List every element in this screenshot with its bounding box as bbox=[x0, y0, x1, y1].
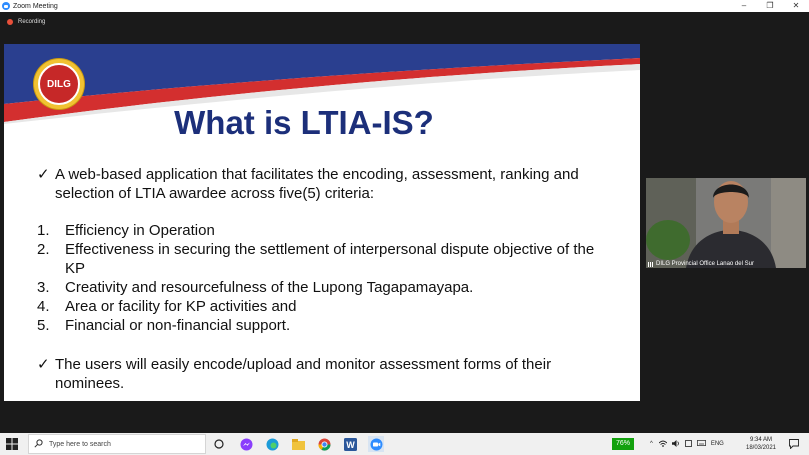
dilg-logo: DILG bbox=[34, 59, 84, 109]
network-icon[interactable] bbox=[658, 440, 668, 449]
checkmark-icon: ✓ bbox=[37, 166, 50, 183]
search-placeholder: Type here to search bbox=[49, 440, 111, 448]
criteria-item: 1. Efficiency in Operation bbox=[37, 222, 215, 239]
recording-icon bbox=[7, 19, 13, 25]
closing-bullet-text: The users will easily encode/upload and … bbox=[55, 356, 552, 392]
signal-icon bbox=[648, 261, 654, 267]
battery-indicator[interactable]: 76% bbox=[612, 438, 634, 450]
window-controls: – ❐ ✕ bbox=[731, 0, 809, 12]
checkmark-icon: ✓ bbox=[37, 356, 50, 373]
chevron-up-icon[interactable]: ^ bbox=[650, 441, 653, 447]
task-view-icon[interactable] bbox=[211, 436, 227, 452]
restore-button[interactable]: ❐ bbox=[757, 0, 783, 12]
participant-name-label: DILG Provincial Office Lanao del Sur bbox=[648, 261, 754, 267]
action-center-icon[interactable] bbox=[786, 436, 802, 452]
taskbar: Type here to search W 76% ^ ENG 9:34 AM … bbox=[0, 433, 809, 455]
participant-video[interactable]: DILG Provincial Office Lanao del Sur bbox=[646, 178, 806, 268]
messenger-icon[interactable] bbox=[238, 436, 254, 452]
speaker-icon[interactable] bbox=[671, 439, 680, 449]
recording-label[interactable]: Recording bbox=[18, 19, 45, 25]
clock-time: 9:34 AM bbox=[749, 437, 772, 443]
zoom-icon[interactable] bbox=[368, 436, 384, 452]
word-icon[interactable]: W bbox=[342, 436, 358, 452]
window-title: Zoom Meeting bbox=[13, 2, 58, 10]
criteria-list: 1. Efficiency in Operation 2. Effectivenes… bbox=[37, 221, 605, 335]
search-icon bbox=[34, 438, 43, 450]
window-title-bar: Zoom Meeting – ❐ ✕ bbox=[0, 0, 809, 12]
intro-bullet-text: A web-based application that facilitates… bbox=[55, 166, 579, 202]
edge-icon[interactable] bbox=[264, 436, 280, 452]
language-indicator[interactable]: ENG bbox=[711, 441, 724, 447]
svg-text:W: W bbox=[346, 440, 355, 450]
keyboard-icon[interactable] bbox=[696, 440, 706, 448]
file-explorer-icon[interactable] bbox=[290, 436, 306, 452]
taskbar-search-box[interactable]: Type here to search bbox=[28, 434, 206, 454]
close-button[interactable]: ✕ bbox=[783, 0, 809, 12]
recording-bar: Recording bbox=[0, 12, 809, 32]
clock[interactable]: 9:34 AM 18/03/2021 bbox=[741, 436, 781, 452]
criteria-item: 3. Creativity and resourcefulness of the … bbox=[37, 279, 474, 296]
system-tray: ^ ENG bbox=[650, 433, 724, 455]
criteria-item: 2. Effectiveness in securing the settleme… bbox=[37, 241, 595, 277]
slide-title: What is LTIA-IS? bbox=[174, 104, 434, 141]
minimize-button[interactable]: – bbox=[731, 0, 757, 12]
participant-video-feed bbox=[646, 178, 806, 268]
chrome-icon[interactable] bbox=[316, 436, 332, 452]
shared-slide: DILG What is LTIA-IS? ✓ A web-based appl… bbox=[4, 44, 640, 401]
clock-date: 18/03/2021 bbox=[745, 445, 777, 451]
notification-settings-icon[interactable] bbox=[684, 439, 692, 449]
dilg-logo-text: DILG bbox=[38, 63, 80, 105]
zoom-logo-icon bbox=[2, 2, 10, 10]
criteria-item: 5. Financial or non-financial support. bbox=[37, 317, 291, 334]
criteria-item: 4. Area or facility for KP activities and bbox=[37, 298, 297, 315]
windows-start-icon[interactable] bbox=[6, 438, 18, 450]
